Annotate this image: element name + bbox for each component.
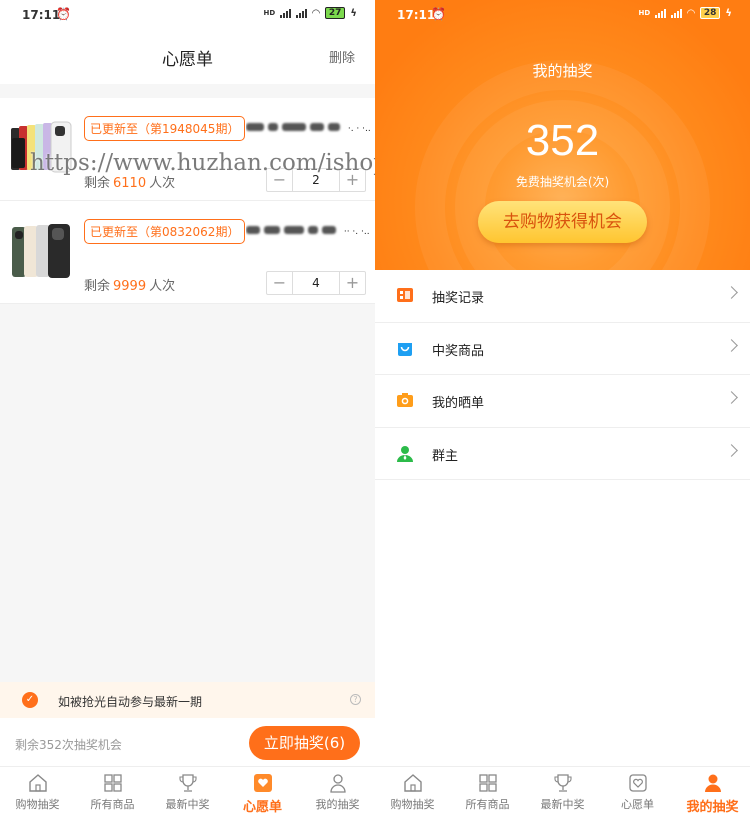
wifi-icon: ◠ xyxy=(312,7,320,19)
shopping-bag-icon xyxy=(398,342,412,356)
my-lottery-screen: 17:11 ⏰ HD ◠ 28 ϟ 我的抽奖 352 免费抽奖机会(次) 去购物… xyxy=(375,0,750,813)
group-owner-icon xyxy=(397,445,413,462)
signal-icon xyxy=(280,8,292,18)
chance-count: 352 xyxy=(525,116,600,165)
status-time: 17:11 xyxy=(22,8,61,22)
wishlist-icon xyxy=(628,774,647,792)
product-image xyxy=(11,121,72,173)
tab-bar: 购物抽奖 所有商品 最新中奖 心愿单 我的抽奖 xyxy=(0,766,375,813)
tab-latest-winners[interactable]: 最新中奖 xyxy=(525,767,600,813)
tab-my-lottery[interactable]: 我的抽奖 xyxy=(675,767,750,813)
remaining-count: 剩余 9999 人次 xyxy=(84,279,176,294)
tab-bar: 购物抽奖 所有商品 最新中奖 心愿单 我的抽奖 xyxy=(375,766,750,813)
menu-item-won-products[interactable]: 中奖商品 xyxy=(375,323,750,375)
network-label: HD xyxy=(638,9,651,17)
tab-latest-winners[interactable]: 最新中奖 xyxy=(150,767,225,813)
tab-all-products[interactable]: 所有商品 xyxy=(75,767,150,813)
network-label: HD xyxy=(263,9,276,17)
chevron-right-icon xyxy=(725,286,738,299)
signal-icon xyxy=(671,8,683,18)
product-name: ·. · ·.. xyxy=(246,120,372,134)
wifi-icon: ◠ xyxy=(687,7,695,19)
page-title: 心愿单 xyxy=(162,50,213,70)
plus-button[interactable]: + xyxy=(340,169,365,191)
draw-now-button[interactable]: 立即抽奖(6) xyxy=(249,726,360,760)
list-item[interactable]: 已更新至（第1948045期） ·. · ·.. 剩余 6110 人次 − 2 + xyxy=(0,98,375,201)
home-icon xyxy=(28,774,47,792)
trophy-icon xyxy=(178,774,197,792)
tab-all-products[interactable]: 所有商品 xyxy=(450,767,525,813)
status-time: 17:11 xyxy=(397,8,436,22)
home-icon xyxy=(403,774,422,792)
grid-icon xyxy=(103,774,122,792)
draw-bar: 剩余352次抽奖机会 立即抽奖(6) xyxy=(0,718,375,766)
menu-item-my-posts[interactable]: 我的晒单 xyxy=(375,375,750,428)
auto-join-text: 如被抢光自动参与最新一期 xyxy=(58,695,203,709)
camera-icon xyxy=(397,393,413,407)
update-tag: 已更新至（第0832062期） xyxy=(84,219,246,244)
minus-button[interactable]: − xyxy=(267,169,292,191)
signal-icon xyxy=(296,8,308,18)
record-icon xyxy=(397,288,413,302)
chevron-right-icon xyxy=(725,391,738,404)
chance-count-label: 免费抽奖机会(次) xyxy=(515,175,610,189)
quantity-value[interactable]: 2 xyxy=(292,169,340,191)
delete-button[interactable]: 删除 xyxy=(329,47,355,66)
alarm-icon: ⏰ xyxy=(56,7,71,21)
wishlist-icon xyxy=(253,774,272,792)
status-bar: 17:11 ⏰ HD ◠ 27 ϟ xyxy=(0,0,375,30)
trophy-icon xyxy=(553,774,572,792)
tab-my-lottery[interactable]: 我的抽奖 xyxy=(300,767,375,813)
remaining-count: 剩余 6110 人次 xyxy=(84,176,176,191)
user-icon xyxy=(329,774,346,793)
page-title: 我的抽奖 xyxy=(532,62,593,80)
user-icon xyxy=(704,774,721,792)
tab-wishlist[interactable]: 心愿单 xyxy=(225,767,300,813)
menu-item-group-owner[interactable]: 群主 xyxy=(375,428,750,480)
product-name: ·· ·. ·.. xyxy=(246,223,372,237)
account-menu: 抽奖记录 中奖商品 我的晒单 群主 xyxy=(375,270,750,480)
auto-join-bar: ✓ 如被抢光自动参与最新一期 ? xyxy=(0,682,375,718)
battery-icon: 27 xyxy=(324,7,346,19)
update-tag: 已更新至（第1948045期） xyxy=(84,116,246,141)
product-image xyxy=(12,224,70,278)
minus-button[interactable]: − xyxy=(267,272,292,294)
quantity-stepper: − 2 + xyxy=(266,168,366,192)
alarm-icon: ⏰ xyxy=(431,7,446,21)
help-icon[interactable]: ? xyxy=(350,694,361,705)
list-item[interactable]: 已更新至（第0832062期） ·· ·. ·.. 剩余 9999 人次 − 4 + xyxy=(0,201,375,304)
quantity-value[interactable]: 4 xyxy=(292,272,340,294)
check-icon[interactable]: ✓ xyxy=(22,692,38,708)
grid-icon xyxy=(478,774,497,792)
plus-button[interactable]: + xyxy=(340,272,365,294)
remaining-chances: 剩余352次抽奖机会 xyxy=(15,738,122,752)
go-shopping-button[interactable]: 去购物获得机会 xyxy=(478,201,647,243)
menu-item-lottery-records[interactable]: 抽奖记录 xyxy=(375,270,750,323)
tab-wishlist[interactable]: 心愿单 xyxy=(600,767,675,813)
lottery-banner: 17:11 ⏰ HD ◠ 28 ϟ 我的抽奖 352 免费抽奖机会(次) 去购物… xyxy=(375,0,750,270)
battery-icon: 28 xyxy=(699,7,721,19)
chevron-right-icon xyxy=(725,443,738,457)
charging-icon: ϟ xyxy=(725,7,732,19)
page-header: 心愿单 删除 xyxy=(0,30,375,84)
status-bar: 17:11 ⏰ HD ◠ 28 ϟ xyxy=(375,0,750,30)
chevron-right-icon xyxy=(725,338,738,352)
signal-icon xyxy=(655,8,667,18)
wishlist: 已更新至（第1948045期） ·. · ·.. 剩余 6110 人次 − 2 + xyxy=(0,98,375,304)
wishlist-screen: 17:11 ⏰ HD ◠ 27 ϟ 心愿单 删除 已更新至（第1948045期）… xyxy=(0,0,375,813)
quantity-stepper: − 4 + xyxy=(266,271,366,295)
tab-lottery-shopping[interactable]: 购物抽奖 xyxy=(375,767,450,813)
charging-icon: ϟ xyxy=(350,7,357,19)
tab-lottery-shopping[interactable]: 购物抽奖 xyxy=(0,767,75,813)
